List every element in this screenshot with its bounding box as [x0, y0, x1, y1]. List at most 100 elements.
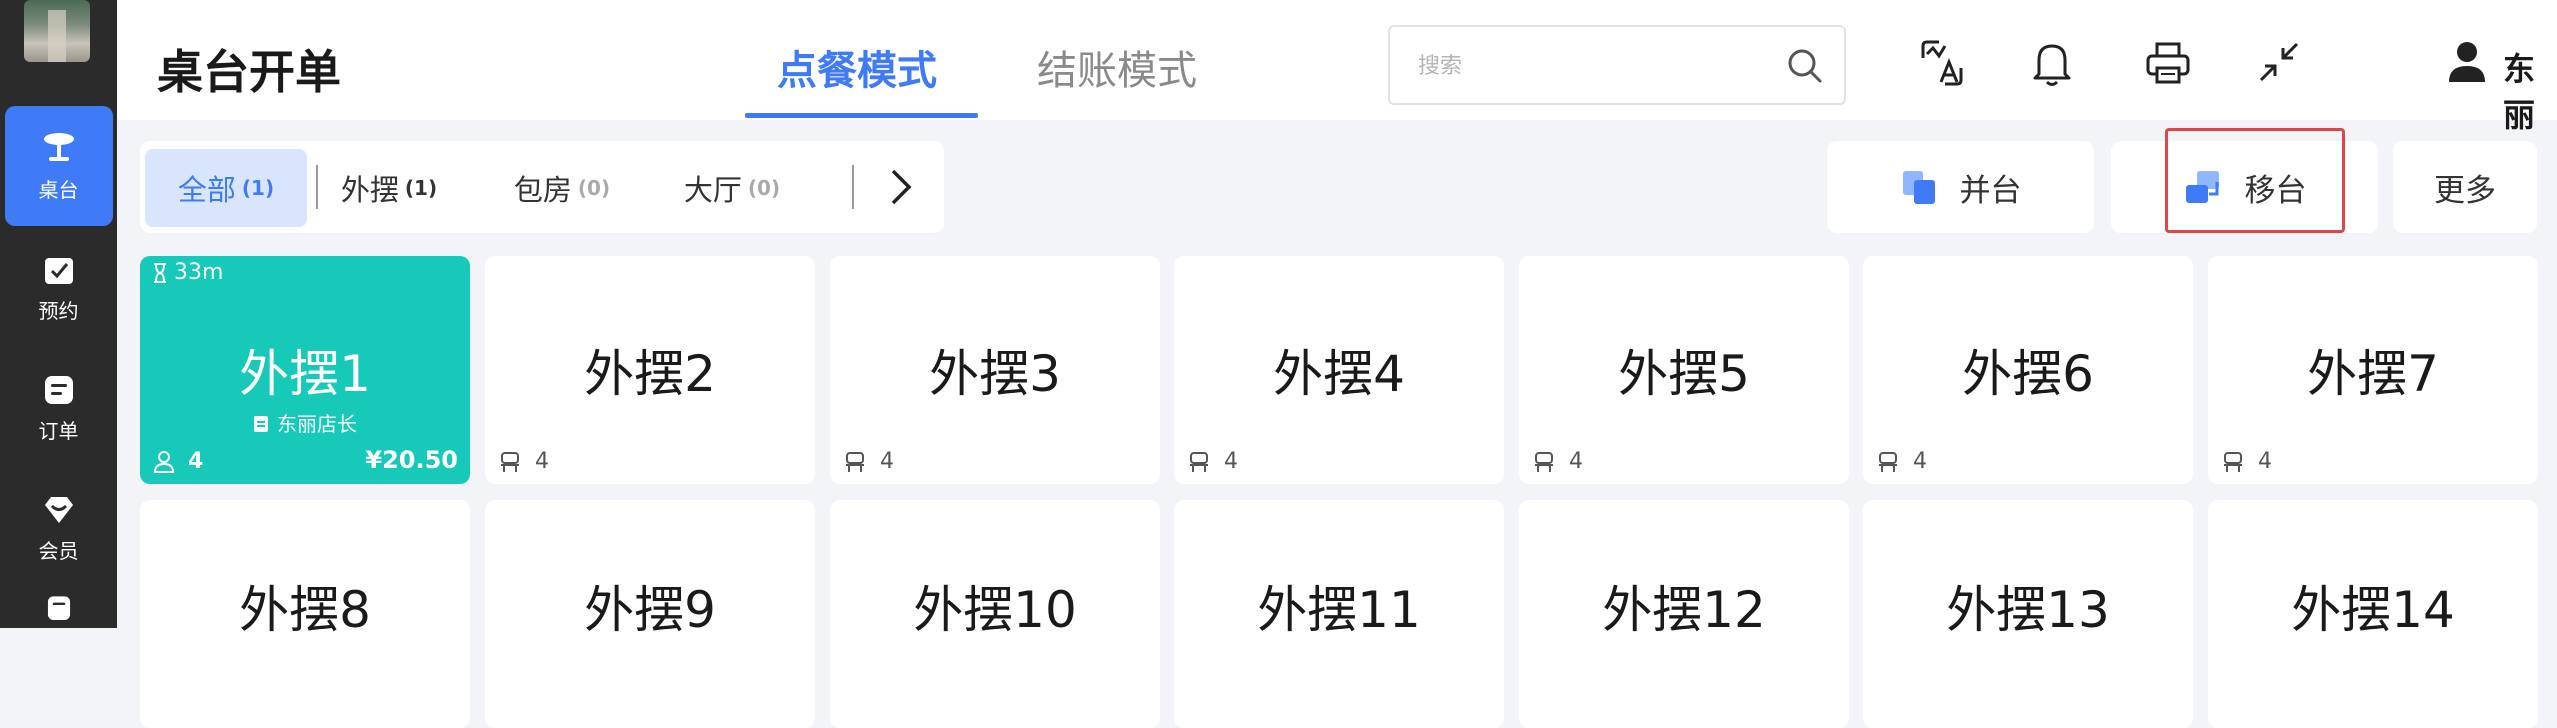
- filter-tab-count: (0): [747, 176, 781, 200]
- top-header: 桌台开单 点餐模式 结账模式 东丽店长: [117, 0, 2557, 226]
- order-amount: ¥20.50: [365, 446, 458, 474]
- page-title: 桌台开单: [157, 45, 341, 99]
- chair-icon: [1879, 451, 1897, 472]
- table-card[interactable]: 外摆7 4: [2208, 256, 2538, 484]
- table-name: 外摆13: [1946, 581, 2110, 639]
- active-tab-indicator: [745, 113, 978, 118]
- table-name: 外摆11: [1257, 581, 1421, 639]
- seat-count: 4: [844, 449, 894, 474]
- table-card[interactable]: 外摆10: [830, 500, 1160, 728]
- clipboard-icon: [254, 415, 268, 432]
- translate-icon[interactable]: [1917, 38, 1967, 88]
- sidebar-item-more[interactable]: [0, 590, 117, 628]
- waiter: 东丽店长: [140, 408, 470, 437]
- table-card[interactable]: 外摆13: [1863, 500, 2193, 728]
- table-name: 外摆10: [913, 581, 1077, 639]
- filter-tab-label: 大厅: [683, 173, 742, 207]
- filter-tab-all[interactable]: 全部 (1): [145, 149, 307, 227]
- sidebar-item-tables[interactable]: 桌台: [0, 106, 117, 226]
- sidebar-item-label: 订单: [38, 418, 79, 443]
- highlight-box: [2165, 128, 2345, 233]
- table-card-occupied[interactable]: 33m 外摆1 东丽店长 4 ¥20.50: [140, 256, 470, 484]
- seat-count-value: 4: [880, 449, 894, 474]
- chair-icon: [501, 451, 519, 472]
- seat-count-value: 4: [1224, 449, 1238, 474]
- hourglass-icon: [154, 262, 166, 283]
- table-card[interactable]: 外摆3 4: [830, 256, 1160, 484]
- timer-value: 33m: [174, 260, 224, 285]
- report-icon: [47, 596, 70, 620]
- table-name: 外摆7: [2307, 345, 2439, 403]
- table-card[interactable]: 外摆2 4: [485, 256, 815, 484]
- sidebar-item-members[interactable]: 会员: [0, 468, 117, 588]
- divider: [852, 165, 854, 209]
- table-name: 外摆14: [2291, 581, 2455, 639]
- divider: [316, 165, 318, 209]
- person-icon: [154, 450, 174, 473]
- merge-icon: [1902, 171, 1935, 204]
- search-icon[interactable]: [1786, 47, 1824, 85]
- chair-icon: [1535, 451, 1553, 472]
- filter-tab-outdoor[interactable]: 外摆 (1): [326, 149, 452, 227]
- table-name: 外摆9: [584, 581, 716, 639]
- table-name: 外摆3: [929, 345, 1061, 403]
- guest-count: 4: [154, 449, 203, 474]
- filter-tab-count: (1): [404, 176, 438, 200]
- seat-count: 4: [1188, 449, 1238, 474]
- table-card[interactable]: 外摆8: [140, 500, 470, 728]
- table-name: 外摆2: [584, 345, 716, 403]
- chair-icon: [2224, 451, 2242, 472]
- merge-tables-label: 并台: [1959, 172, 2022, 209]
- sidebar-item-reservation[interactable]: 预约: [0, 228, 117, 348]
- user-avatar-icon[interactable]: [2447, 40, 2487, 84]
- table-card[interactable]: 外摆12: [1519, 500, 1849, 728]
- store-logo: [24, 0, 90, 62]
- tab-checkout-mode[interactable]: 结账模式: [1037, 38, 1197, 96]
- minimize-icon[interactable]: [2255, 38, 2303, 86]
- area-filter-bar: 全部 (1) 外摆 (1) 包房 (0) 大厅 (0): [140, 141, 944, 233]
- filter-tab-private-room[interactable]: 包房 (0): [502, 149, 622, 227]
- seat-count: 4: [2222, 449, 2272, 474]
- waiter-name: 东丽店长: [277, 412, 357, 436]
- seat-count-value: 4: [1913, 449, 1927, 474]
- filter-tab-hall[interactable]: 大厅 (0): [672, 149, 792, 227]
- guest-count-value: 4: [188, 449, 204, 474]
- filter-tab-label: 全部: [177, 173, 236, 207]
- table-card[interactable]: 外摆9: [485, 500, 815, 728]
- table-card[interactable]: 外摆11: [1174, 500, 1504, 728]
- table-card[interactable]: 外摆5 4: [1519, 256, 1849, 484]
- table-card[interactable]: 外摆6 4: [1863, 256, 2193, 484]
- filter-tab-count: (0): [577, 176, 611, 200]
- seat-count-value: 4: [535, 449, 549, 474]
- seat-count: 4: [499, 449, 549, 474]
- printer-icon[interactable]: [2143, 38, 2193, 88]
- sidebar-item-label: 会员: [38, 538, 79, 563]
- tab-order-mode[interactable]: 点餐模式: [777, 38, 937, 96]
- table-name: 外摆6: [1962, 345, 2094, 403]
- table-name: 外摆12: [1602, 581, 1766, 639]
- chevron-right-icon[interactable]: [878, 165, 922, 209]
- sidebar-item-label: 桌台: [38, 177, 79, 202]
- reservation-icon: [44, 257, 73, 284]
- more-button[interactable]: 更多: [2393, 141, 2537, 233]
- table-name: 外摆8: [239, 581, 371, 639]
- member-icon: [44, 496, 73, 523]
- table-card[interactable]: 外摆4 4: [1174, 256, 1504, 484]
- chair-icon: [846, 451, 864, 472]
- filter-tab-count: (1): [241, 176, 275, 200]
- table-icon: [43, 132, 74, 161]
- search-input[interactable]: [1416, 47, 1780, 85]
- merge-tables-button[interactable]: 并台: [1827, 141, 2094, 233]
- chair-icon: [1190, 451, 1208, 472]
- table-card[interactable]: 外摆14: [2208, 500, 2538, 728]
- sidebar: 桌台 预约 订单 会员: [0, 0, 117, 628]
- filter-tab-label: 外摆: [340, 173, 399, 207]
- sidebar-item-orders[interactable]: 订单: [0, 348, 117, 468]
- bell-icon[interactable]: [2029, 38, 2075, 88]
- search-box: [1388, 25, 1846, 105]
- filter-tab-label: 包房: [513, 173, 572, 207]
- timer: 33m: [152, 260, 223, 285]
- table-name: 外摆1: [239, 345, 371, 403]
- seat-count: 4: [1533, 449, 1583, 474]
- table-name: 外摆5: [1618, 345, 1750, 403]
